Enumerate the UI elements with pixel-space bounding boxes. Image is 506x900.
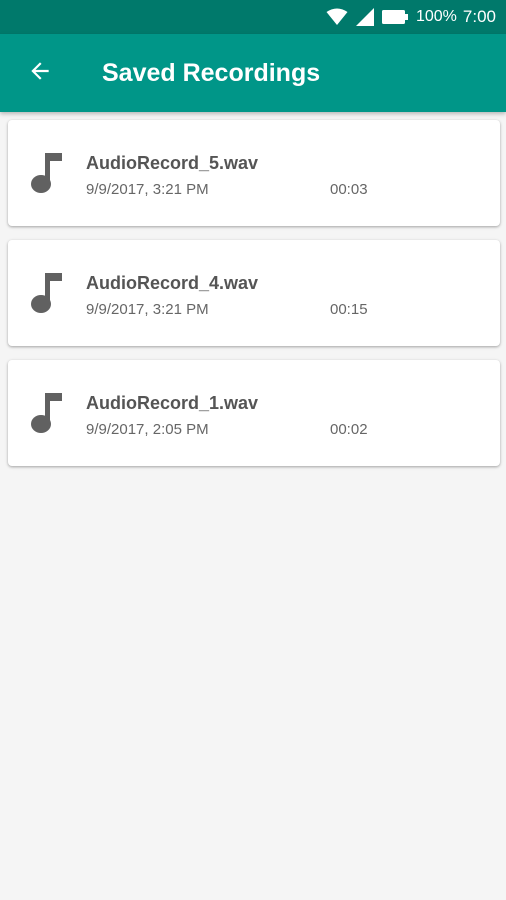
battery-icon [381, 9, 408, 25]
recording-name: AudioRecord_1.wav [86, 393, 259, 413]
recording-name: AudioRecord_5.wav [86, 153, 259, 173]
status-time: 7:00 [462, 7, 496, 26]
recording-duration: 00:02 [330, 421, 368, 438]
wifi-icon [326, 8, 348, 26]
app-bar: Saved Recordings [0, 34, 506, 112]
recording-name: AudioRecord_4.wav [86, 273, 259, 293]
recording-item[interactable]: AudioRecord_4.wav 9/9/2017, 3:21 PM 00:1… [8, 240, 500, 346]
music-note-icon [30, 392, 66, 434]
recording-item[interactable]: AudioRecord_1.wav 9/9/2017, 2:05 PM 00:0… [8, 360, 500, 466]
recording-date: 9/9/2017, 2:05 PM [86, 421, 209, 438]
recording-item[interactable]: AudioRecord_5.wav 9/9/2017, 3:21 PM 00:0… [8, 120, 500, 226]
recording-date: 9/9/2017, 3:21 PM [86, 301, 209, 318]
arrow-back-icon [27, 58, 53, 89]
recording-duration: 00:15 [330, 301, 368, 318]
recording-duration: 00:03 [330, 181, 368, 198]
page-title: Saved Recordings [102, 58, 321, 87]
music-note-icon [30, 152, 66, 194]
status-bar: 100% 7:00 [0, 0, 506, 34]
signal-icon [355, 8, 374, 26]
battery-percent: 100% [415, 8, 457, 25]
recordings-list: AudioRecord_5.wav 9/9/2017, 3:21 PM 00:0… [8, 120, 500, 480]
back-button[interactable] [12, 45, 68, 101]
music-note-icon [30, 272, 66, 314]
recording-date: 9/9/2017, 3:21 PM [86, 181, 209, 198]
